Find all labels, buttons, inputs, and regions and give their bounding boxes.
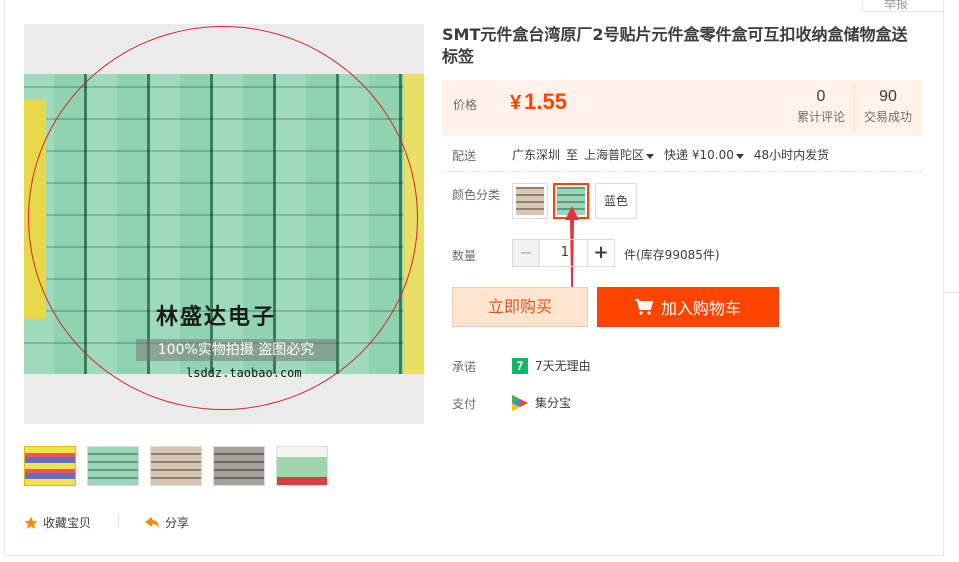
quantity-label: 数量 [452, 249, 477, 263]
product-title: SMT元件盒台湾原厂2号贴片元件盒零件盒可互扣收纳盒储物盒送标签 [442, 25, 908, 66]
shipping-label: 配送 [452, 149, 477, 163]
price-label: 价格 [453, 98, 478, 112]
ship-from: 广东深圳 [512, 148, 561, 162]
chevron-down-icon [646, 154, 655, 159]
quantity-input[interactable]: 1 [539, 239, 588, 267]
payment-label: 支付 [452, 397, 477, 411]
stat-divider [854, 84, 855, 132]
jifenbao-icon [512, 394, 528, 411]
ship-method-selector[interactable]: 快递 ¥10.00 [664, 146, 748, 163]
price-number: 1.55 [524, 89, 567, 114]
annotation-circle [28, 26, 418, 410]
report-link[interactable]: 举报 [884, 0, 908, 12]
chevron-down-icon [735, 154, 744, 159]
thumbnail-5[interactable] [276, 446, 328, 486]
color-option-blue[interactable]: 蓝色 [595, 183, 637, 219]
color-label: 颜色分类 [452, 188, 501, 202]
divider [442, 171, 922, 172]
reviews-label: 累计评论 [796, 110, 845, 124]
thumbnail-2[interactable] [87, 446, 139, 486]
ship-to-word: 至 [566, 148, 579, 162]
reviews-count: 0 [816, 88, 826, 105]
ship-method: 快递 ¥10.00 [664, 148, 734, 162]
add-to-cart-label: 加入购物车 [660, 299, 741, 318]
side-strip [943, 0, 959, 293]
favorite-label: 收藏宝贝 [43, 516, 92, 530]
sales-count: 90 [879, 88, 897, 105]
thumbnail-strip [24, 446, 344, 490]
swatch-image [516, 187, 544, 215]
ship-to: 上海普陀区 [584, 148, 645, 162]
thumbnail-3[interactable] [150, 446, 202, 486]
currency-symbol: ¥ [510, 92, 522, 114]
shipping-row: 广东深圳 至 上海普陀区 快递 ¥10.00 48小时内发货 [512, 146, 829, 163]
price-box: 价格 ¥1.55 0 累计评论 90 交易成功 [442, 80, 922, 136]
thumbnail-4[interactable] [213, 446, 265, 486]
color-option-1[interactable] [512, 183, 548, 219]
share-label: 分享 [165, 516, 190, 530]
share-button[interactable]: 分享 [144, 514, 189, 531]
promise-label: 承诺 [452, 360, 477, 374]
buy-now-button[interactable]: 立即购买 [452, 287, 588, 327]
favorite-button[interactable]: 收藏宝贝 [24, 514, 91, 531]
ship-dispatch: 48小时内发货 [753, 148, 830, 162]
promise-text: 7天无理由 [535, 359, 591, 373]
add-to-cart-button[interactable]: 加入购物车 [597, 287, 779, 327]
price-value: ¥1.55 [510, 89, 567, 115]
action-divider [118, 514, 119, 528]
quantity-decrease-button[interactable]: − [512, 239, 540, 267]
quantity-increase-button[interactable]: + [587, 239, 615, 267]
star-icon [24, 516, 38, 529]
cart-icon [634, 299, 653, 315]
sales-stat: 90 交易成功 [856, 88, 920, 125]
promise-row[interactable]: 7 7天无理由 [512, 357, 591, 374]
payment-row[interactable]: 集分宝 [512, 394, 571, 411]
thumbnail-1[interactable] [24, 446, 76, 486]
stock-text: 件(库存99085件) [624, 248, 720, 262]
payment-text: 集分宝 [535, 396, 572, 410]
seven-day-icon: 7 [512, 357, 528, 374]
share-icon [145, 516, 159, 528]
sales-label: 交易成功 [863, 110, 912, 124]
ship-to-selector[interactable]: 上海普陀区 [584, 146, 658, 163]
reviews-stat[interactable]: 0 累计评论 [792, 88, 850, 125]
